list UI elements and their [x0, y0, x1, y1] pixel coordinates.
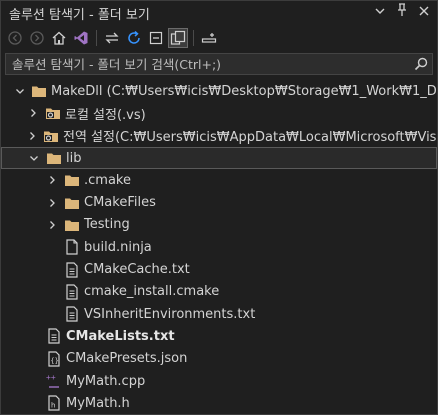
tree-item-label: MyMath.h — [66, 395, 130, 411]
tree-item-label: build.ninja — [84, 239, 152, 255]
chevron-down-icon[interactable] — [28, 152, 40, 164]
folder-icon — [64, 195, 80, 211]
switch-views-button[interactable] — [102, 28, 122, 48]
text-file-icon — [46, 328, 62, 345]
toolbar-separator — [193, 30, 194, 46]
tree-item-mymath-h[interactable]: h MyMath.h — [1, 392, 437, 414]
search-icon[interactable] — [410, 54, 432, 74]
json-file-icon: {} — [46, 351, 62, 367]
cpp-file-icon: ++ — [46, 373, 62, 389]
tree-item-cmake-install[interactable]: cmake_install.cmake — [1, 281, 437, 303]
back-icon — [8, 31, 22, 45]
folder-icon — [64, 172, 80, 188]
file-tree: MakeDll (C:₩Users₩icis₩Desktop₩Storage₩1… — [1, 80, 437, 414]
chevron-right-icon[interactable] — [46, 174, 58, 186]
settings-folder-icon — [43, 128, 59, 144]
close-icon[interactable] — [417, 5, 431, 19]
visual-studio-icon — [74, 31, 88, 45]
pin-icon[interactable] — [395, 3, 409, 20]
folder-icon — [46, 150, 62, 166]
tree-item-cmakefiles[interactable]: CMakeFiles — [1, 191, 437, 213]
tree-item-label: cmake_install.cmake — [84, 284, 220, 300]
panel-title: 솔루션 탐색기 - 폴더 보기 — [9, 8, 150, 23]
tree-item-label: .cmake — [84, 172, 131, 188]
toolbar — [5, 27, 219, 49]
tree-item-vsinherit-txt[interactable]: VSInheritEnvironments.txt — [1, 303, 437, 325]
back-button[interactable] — [5, 28, 25, 48]
tree-item-mymath-cpp[interactable]: ++ MyMath.cpp — [1, 370, 437, 392]
tree-item-label: CMakeFiles — [84, 195, 156, 211]
tree-item-build-ninja[interactable]: build.ninja — [1, 236, 437, 258]
tree-item-label: Testing — [84, 217, 130, 233]
tree-item-cmakelists-txt[interactable]: CMakeLists.txt — [1, 325, 437, 347]
tree-item-cmakepresets-json[interactable]: {} CMakePresets.json — [1, 348, 437, 370]
svg-text:h: h — [51, 402, 55, 410]
forward-button[interactable] — [27, 28, 47, 48]
text-file-icon — [64, 261, 80, 278]
tree-item-label: CMakeCache.txt — [84, 262, 190, 278]
solution-explorer-panel: 솔루션 탐색기 - 폴더 보기 솔루션 탐색기 - 폴더 보기 검색(Ctrl+… — [0, 0, 438, 415]
tree-item-testing[interactable]: Testing — [1, 214, 437, 236]
home-icon — [52, 31, 66, 45]
switch-views-icon — [105, 32, 119, 44]
search-box[interactable] — [5, 53, 433, 75]
chevron-right-icon[interactable] — [27, 107, 39, 119]
collapse-all-button[interactable] — [146, 28, 166, 48]
tree-item-label: MyMath.cpp — [66, 373, 146, 389]
tree-item-label: lib — [66, 150, 82, 166]
show-all-files-button[interactable] — [168, 28, 188, 48]
tree-item-global-settings[interactable]: 전역 설정(C:₩Users₩icis₩AppData₩Local₩Micros… — [1, 125, 437, 147]
properties-icon — [201, 33, 217, 43]
tree-item-label: VSInheritEnvironments.txt — [84, 306, 256, 322]
settings-folder-icon — [45, 105, 61, 121]
home-button[interactable] — [49, 28, 69, 48]
svg-text:{}: {} — [50, 357, 58, 365]
header-file-icon: h — [46, 395, 62, 411]
search-input[interactable] — [6, 55, 410, 73]
forward-icon — [30, 31, 44, 45]
chevron-right-icon[interactable] — [46, 197, 58, 209]
tree-item-label: 로컬 설정(.vs) — [65, 107, 146, 123]
tree-item-label: CMakePresets.json — [66, 351, 188, 367]
text-file-icon — [64, 284, 80, 300]
toolbar-separator — [96, 30, 97, 46]
collapse-all-icon — [149, 31, 163, 45]
svg-text:++: ++ — [46, 373, 56, 382]
tree-item-local-settings[interactable]: 로컬 설정(.vs) — [1, 102, 437, 124]
refresh-button[interactable] — [124, 28, 144, 48]
file-icon — [64, 239, 80, 255]
tree-item-makedll[interactable]: MakeDll (C:₩Users₩icis₩Desktop₩Storage₩1… — [1, 80, 437, 102]
tree-item-cmakecache-txt[interactable]: CMakeCache.txt — [1, 258, 437, 280]
visual-studio-button[interactable] — [71, 28, 91, 48]
tree-item-label: 전역 설정(C:₩Users₩icis₩AppData₩Local₩Micros… — [63, 130, 437, 146]
show-all-files-icon — [170, 30, 186, 45]
text-file-icon — [64, 306, 80, 322]
chevron-down-icon[interactable] — [15, 85, 25, 97]
refresh-icon — [128, 30, 140, 44]
tree-item-label: CMakeLists.txt — [66, 328, 175, 344]
title-bar-controls — [373, 3, 431, 20]
folder-icon — [31, 83, 47, 99]
chevron-right-icon[interactable] — [27, 130, 37, 142]
tree-item-lib[interactable]: lib — [1, 146, 437, 170]
tree-item-label: MakeDll (C:₩Users₩icis₩Desktop₩Storage₩1… — [51, 83, 437, 99]
properties-button[interactable] — [199, 28, 219, 48]
folder-icon — [64, 217, 80, 233]
chevron-right-icon[interactable] — [46, 219, 58, 231]
title-bar: 솔루션 탐색기 - 폴더 보기 — [1, 1, 437, 23]
tree-item-dot-cmake[interactable]: .cmake — [1, 169, 437, 191]
dropdown-icon[interactable] — [373, 5, 387, 19]
